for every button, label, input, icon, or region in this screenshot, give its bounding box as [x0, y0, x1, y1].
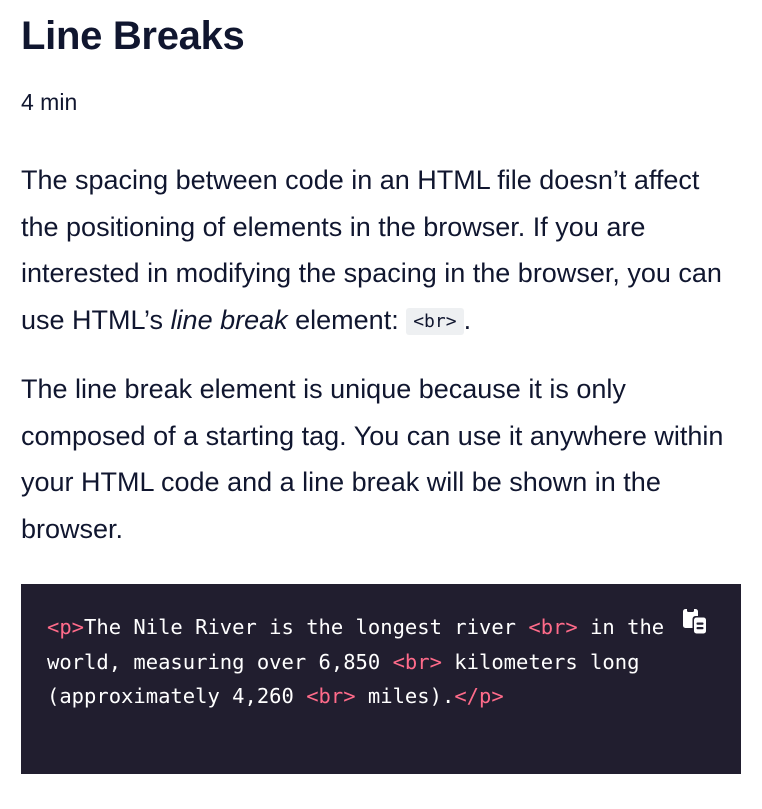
code-block: <p>The Nile River is the longest river <… [21, 584, 741, 774]
lesson-title: Line Breaks [21, 14, 245, 58]
lesson-content: Line Breaks 4 min The spacing between co… [0, 0, 762, 774]
code-br-tag: <br> [528, 615, 578, 639]
paragraph-explanation: The line break element is unique because… [21, 374, 724, 544]
code-text: miles). [355, 684, 455, 708]
copy-code-button[interactable] [680, 607, 710, 637]
paragraph-intro-end: . [463, 304, 472, 335]
paragraph-intro-text-2: element: [287, 304, 407, 335]
code-br-tag: <br> [306, 684, 356, 708]
code-snippet: <p>The Nile River is the longest river <… [47, 610, 715, 714]
code-text: (approximately 4,260 [47, 684, 307, 708]
code-text: in the [577, 615, 665, 639]
code-text: The Nile River is the longest river [84, 615, 529, 639]
code-open-tag: <p> [47, 615, 85, 639]
copy-icon [683, 608, 708, 635]
paragraph-intro: The spacing between code in an HTML file… [21, 157, 741, 345]
line-break-emphasis: line break [170, 304, 288, 335]
code-text: world, measuring over 6,850 [47, 649, 393, 674]
lesson-duration: 4 min [21, 89, 78, 115]
inline-code-br: <br> [406, 307, 464, 335]
code-text: kilometers long [441, 649, 640, 674]
code-close-tag: </p> [454, 684, 504, 708]
code-br-tag: <br> [392, 649, 442, 674]
